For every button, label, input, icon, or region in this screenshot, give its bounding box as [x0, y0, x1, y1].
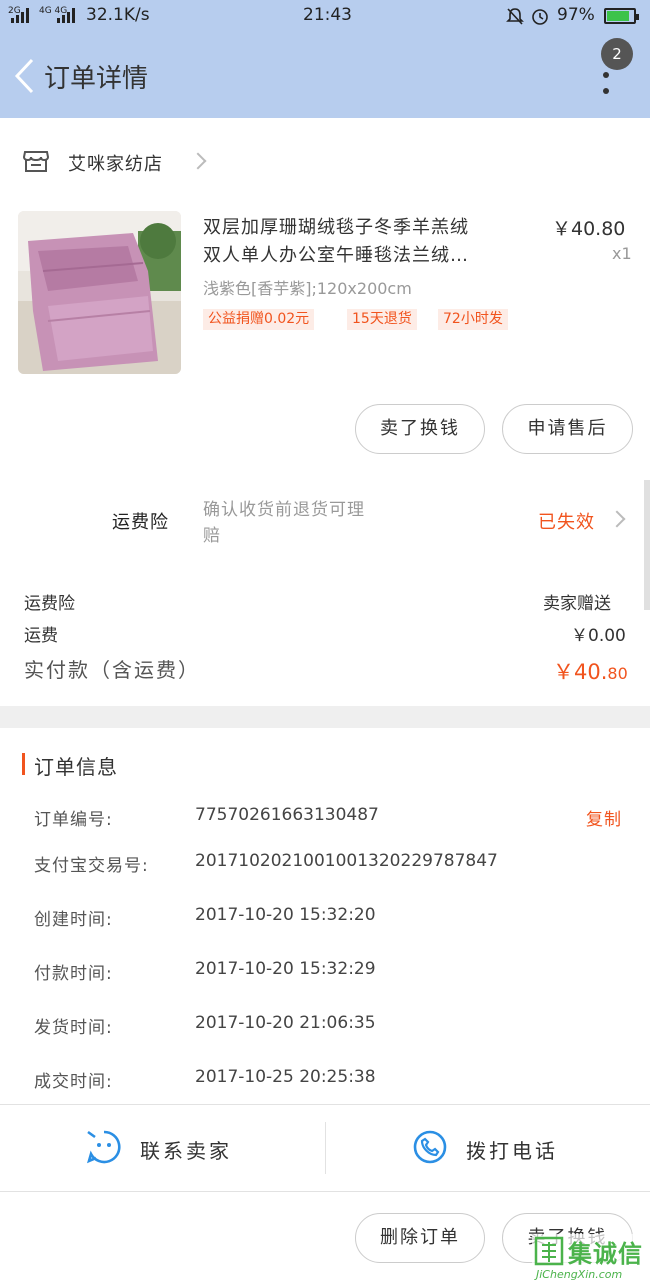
paid-time-label: 付款时间:	[34, 964, 113, 984]
back-arrow-icon[interactable]	[14, 58, 36, 94]
contact-seller-label: 联系卖家	[140, 1139, 232, 1163]
contact-seller-button[interactable]: 联系卖家	[0, 1105, 325, 1191]
watermark-en: JiChengXin.com	[536, 1268, 623, 1281]
call-phone-label: 拨打电话	[466, 1139, 558, 1163]
watermark: 集诚信 JiChengXin.com	[532, 1234, 650, 1283]
alipay-no-value: 2017102021001001320229787847	[195, 851, 498, 871]
more-menu-icon[interactable]	[603, 72, 611, 94]
section-marker	[22, 753, 25, 775]
product-tag: 72小时发	[438, 309, 508, 330]
shop-chevron-icon[interactable]	[189, 152, 207, 170]
battery-percent: 97%	[557, 5, 595, 25]
paid-time-value: 2017-10-20 15:32:29	[195, 959, 376, 979]
shop-name[interactable]: 艾咪家纺店	[68, 150, 163, 176]
app-header: 2G 4G 4G 32.1K/s 21:43 97% 订单详情 2	[0, 0, 650, 118]
deal-time-label: 成交时间:	[34, 1072, 113, 1092]
divider	[0, 1191, 650, 1192]
created-time-value: 2017-10-20 15:32:20	[195, 905, 376, 925]
signal-icon	[11, 8, 29, 23]
section-divider	[0, 706, 650, 728]
copy-button[interactable]: 复制	[586, 805, 622, 830]
mute-bell-icon	[506, 8, 524, 25]
shipping-label: 运费	[24, 626, 58, 646]
clock: 21:43	[303, 5, 352, 25]
shipping-value: ￥0.00	[571, 626, 626, 646]
product-quantity: x1	[612, 244, 632, 263]
product-sku: 浅紫色[香芋紫];120x200cm	[203, 279, 412, 298]
phone-icon	[413, 1130, 447, 1164]
order-info-title: 订单信息	[34, 755, 118, 779]
created-time-label: 创建时间:	[34, 910, 113, 930]
insurance-label: 运费险	[112, 512, 169, 533]
shop-icon	[22, 151, 50, 172]
alipay-no-label: 支付宝交易号:	[34, 856, 149, 876]
cost-insurance-value: 卖家赠送	[543, 594, 611, 614]
order-no-value: 77570261663130487	[195, 805, 379, 825]
order-no-label: 订单编号:	[34, 810, 113, 830]
notification-badge[interactable]: 2	[601, 38, 633, 70]
delete-order-button[interactable]: 删除订单	[355, 1213, 485, 1263]
page-title: 订单详情	[44, 64, 149, 94]
sell-for-cash-button[interactable]: 卖了换钱	[355, 404, 485, 454]
signal-icon-2	[57, 8, 75, 23]
product-title-line1[interactable]: 双层加厚珊瑚绒毯子冬季羊羔绒	[203, 213, 469, 239]
call-phone-button[interactable]: 拨打电话	[326, 1105, 650, 1191]
network-speed: 32.1K/s	[86, 5, 150, 25]
apply-after-sale-button[interactable]: 申请售后	[502, 404, 633, 454]
watermark-logo-icon	[534, 1236, 564, 1266]
product-price: ￥40.80	[552, 218, 626, 240]
total-paid-value: ￥40.80	[553, 660, 628, 684]
shipped-time-value: 2017-10-20 21:06:35	[195, 1013, 376, 1033]
cost-insurance-label: 运费险	[24, 594, 75, 614]
insurance-chevron-icon[interactable]	[608, 510, 626, 528]
product-title-line2[interactable]: 双人单人办公室午睡毯法兰绒…	[203, 241, 469, 267]
status-bar: 2G 4G 4G 32.1K/s 21:43 97%	[0, 0, 650, 32]
shipped-time-label: 发货时间:	[34, 1018, 113, 1038]
product-image[interactable]	[18, 211, 181, 374]
insurance-status[interactable]: 已失效	[538, 508, 595, 534]
battery-icon	[604, 8, 639, 24]
deal-time-value: 2017-10-25 20:25:38	[195, 1067, 376, 1087]
watermark-cn: 集诚信	[568, 1240, 643, 1268]
insurance-desc-line1: 确认收货前退货可理	[203, 500, 365, 520]
chat-face-icon	[86, 1130, 121, 1164]
scrollbar[interactable]	[644, 480, 650, 610]
product-tag: 15天退货	[347, 309, 417, 330]
alarm-icon	[532, 9, 548, 25]
product-tag: 公益捐赠0.02元	[203, 309, 315, 330]
total-paid-label: 实付款（含运费）	[24, 658, 200, 682]
insurance-desc-line2: 赔	[203, 526, 220, 546]
